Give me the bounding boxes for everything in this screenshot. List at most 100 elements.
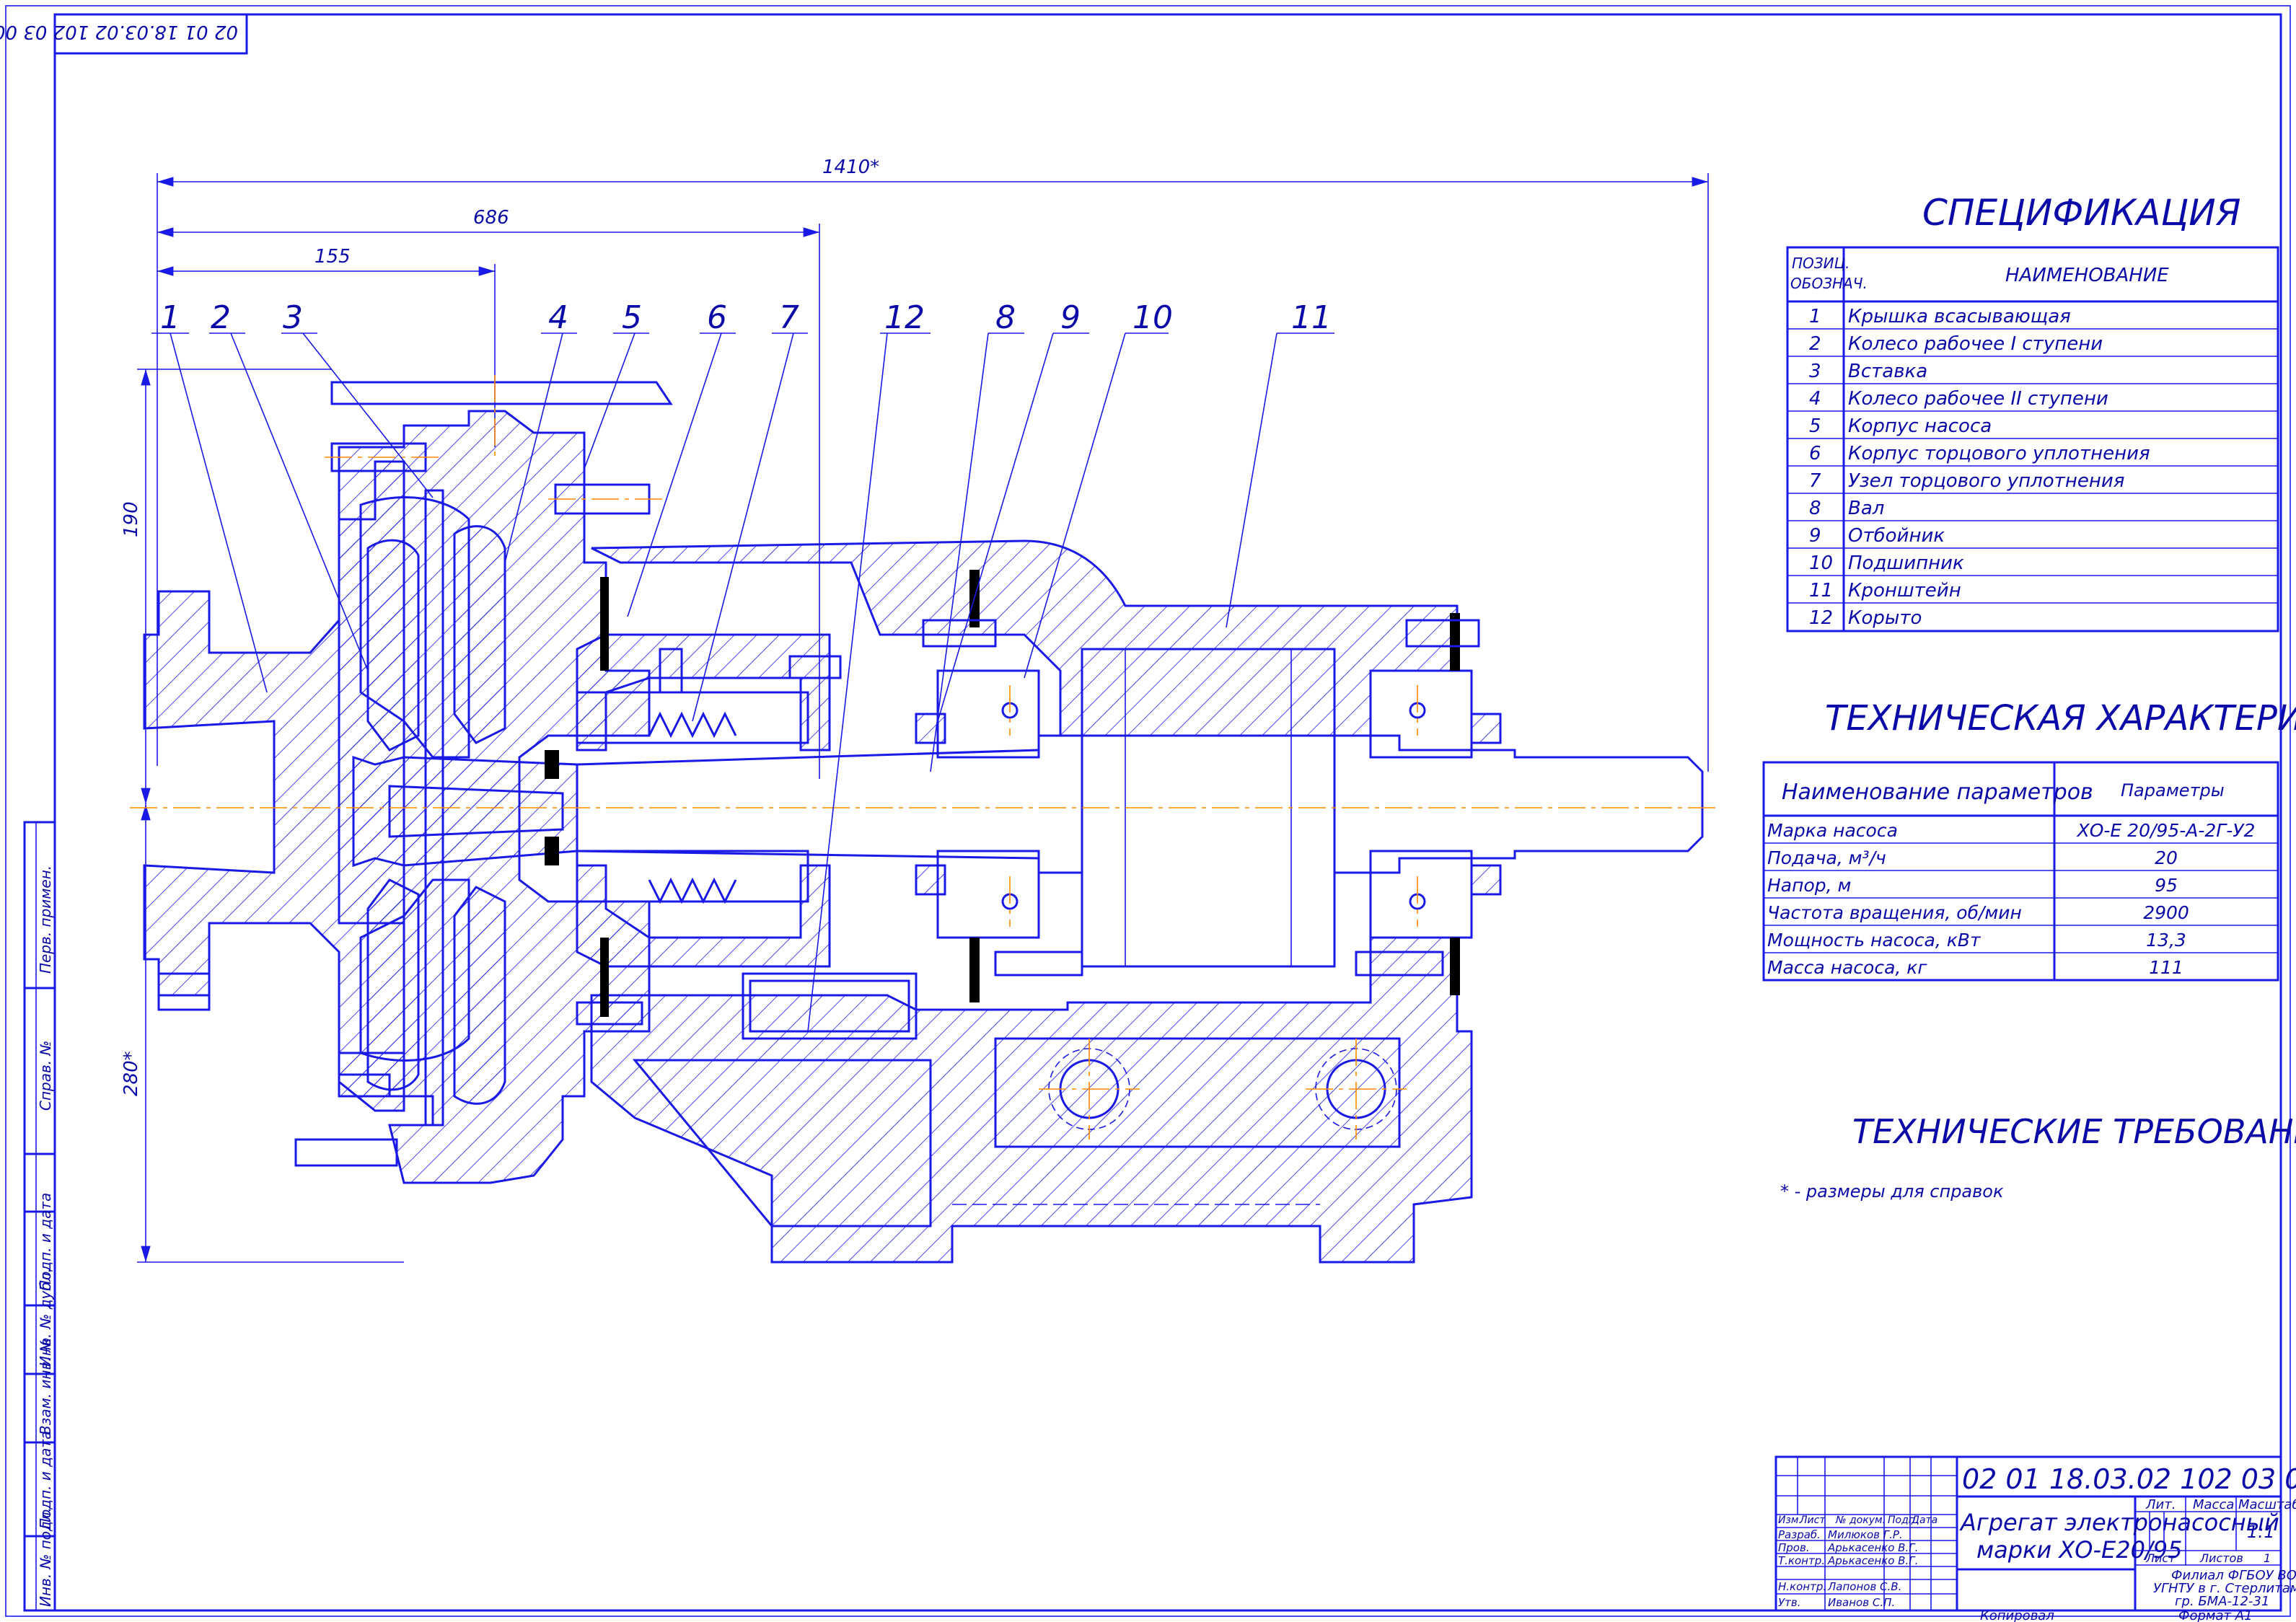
title-person: Милюков Г.Р.: [1828, 1528, 1903, 1541]
tech-characteristics-table: ТЕХНИЧЕСКАЯ ХАРАКТЕРИСТИКА Наименование …: [1762, 698, 2296, 982]
svg-text:гр. БМА-12-31: гр. БМА-12-31: [2175, 1594, 2269, 1609]
spec-header-pos: ПОЗИЦ.: [1792, 255, 1849, 272]
drawing-sheet: 02 01 18.03.02 102 03 00 00 СБ Перв. при…: [0, 5, 2296, 1622]
svg-text:1: 1: [2264, 1551, 2271, 1565]
tech-col-value: Параметры: [2121, 780, 2225, 801]
svg-text:Лит.: Лит.: [2145, 1497, 2176, 1512]
requirements-title: ТЕХНИЧЕСКИЕ ТРЕБОВАНИЯ: [1852, 1112, 2296, 1151]
pump-assembly-drawing: 1410* 686 155 190 280* 1 2 3 4 5 6 7 12 …: [120, 157, 1717, 1264]
title-scale: 1:1: [2247, 1522, 2275, 1542]
svg-text:Изм.: Изм.: [1778, 1515, 1802, 1526]
spec-row-pos: 7: [1809, 470, 1821, 492]
spec-row-pos: 5: [1809, 415, 1821, 437]
dim-155: 155: [315, 246, 351, 268]
title-person: Иванов С.П.: [1828, 1596, 1895, 1609]
callout-7: 7: [779, 299, 799, 336]
spec-row-name: Корпус насоса: [1848, 415, 1992, 437]
tech-row-value: 20: [2155, 847, 2178, 868]
spec-header-designation: ОБОЗНАЧ.: [1790, 275, 1868, 292]
title-person: Арькасенко В.Г.: [1827, 1554, 1918, 1567]
spec-header-name: НАИМЕНОВАНИЕ: [2005, 265, 2169, 286]
tech-row-value: ХО-Е 20/95-А-2Г-У2: [2076, 820, 2256, 841]
title-role: Н.контр.: [1778, 1580, 1826, 1593]
spec-row-name: Подшипник: [1848, 552, 1964, 574]
spec-row-name: Корыто: [1848, 607, 1922, 629]
title-name-1: Агрегат электронасосный: [1959, 1509, 2279, 1536]
callout-6: 6: [707, 299, 727, 336]
callout-9: 9: [1060, 299, 1081, 336]
spec-row-name: Узел торцового уплотнения: [1848, 470, 2124, 492]
callout-10: 10: [1132, 299, 1173, 336]
tech-row-name: Частота вращения, об/мин: [1767, 902, 2022, 923]
impeller-stage-2: [453, 525, 506, 744]
tech-col-name: Наименование параметров: [1782, 780, 2093, 805]
side-label: Справ. №: [37, 1041, 54, 1111]
tech-row-value: 111: [2149, 957, 2183, 978]
title-format: Формат А1: [2178, 1608, 2253, 1622]
callout-2: 2: [211, 299, 231, 336]
callout-3: 3: [283, 299, 303, 336]
tech-row-name: Марка насоса: [1767, 820, 1898, 841]
requirements-note: * - размеры для справок: [1780, 1181, 2004, 1202]
tech-row-value: 95: [2155, 875, 2178, 896]
title-block: 02 01 18.03.02 102 03 00 00 СБ Изм. Лист…: [1774, 1455, 2296, 1622]
spec-row-name: Отбойник: [1848, 525, 1945, 547]
callout-11: 11: [1291, 299, 1332, 336]
deflector: [915, 713, 946, 744]
side-archive-column: Перв. примен. Справ. № Подп. и дата Инв.…: [23, 821, 56, 1612]
spec-row-pos: 4: [1809, 388, 1821, 410]
bearing: [936, 669, 1040, 759]
dim-686: 686: [473, 207, 509, 229]
spec-row-name: Вставка: [1848, 361, 1927, 382]
title-person: Арькасенко В.Г.: [1827, 1541, 1918, 1554]
impeller-hub: [352, 755, 579, 868]
spec-row-pos: 9: [1809, 525, 1821, 547]
title-person: Лапонов С.В.: [1827, 1580, 1901, 1593]
tech-row-value: 13,3: [2146, 930, 2186, 951]
spec-row-pos: 1: [1809, 306, 1821, 327]
spec-row-pos: 8: [1809, 498, 1821, 519]
tech-title: ТЕХНИЧЕСКАЯ ХАРАКТЕРИСТИКА: [1825, 698, 2296, 739]
spec-row-pos: 10: [1809, 552, 1833, 574]
svg-text:Масштаб: Масштаб: [2238, 1497, 2296, 1512]
spec-row-name: Колесо рабочее II ступени: [1848, 388, 2108, 410]
spec-row-name: Кронштейн: [1848, 580, 1961, 601]
spec-row-pos: 3: [1809, 361, 1821, 382]
side-label: Инв. № подл.: [37, 1507, 54, 1607]
callout-4: 4: [548, 299, 568, 336]
spec-row-name: Крышка всасывающая: [1848, 306, 2071, 327]
dim-280: 280*: [120, 1051, 142, 1096]
spec-row-pos: 12: [1809, 607, 1833, 629]
title-role: Т.контр.: [1778, 1554, 1825, 1567]
spec-row-name: Корпус торцового уплотнения: [1848, 443, 2150, 464]
title-role: Утв.: [1778, 1596, 1801, 1609]
tech-row-name: Мощность насоса, кВт: [1767, 930, 1981, 951]
title-role: Разраб.: [1778, 1528, 1821, 1541]
callout-8: 8: [995, 299, 1016, 336]
spec-row-name: Колесо рабочее I ступени: [1848, 333, 2103, 355]
spec-row-pos: 11: [1809, 580, 1833, 601]
spec-row-pos: 2: [1809, 333, 1821, 355]
dim-1410: 1410*: [822, 157, 879, 178]
specification-table: СПЕЦИФИКАЦИЯ 1 Крышка всасывающая 2 Колесо …: [1786, 192, 2279, 633]
tech-row-value: 2900: [2143, 902, 2189, 923]
spec-row-name: Вал: [1848, 498, 1884, 519]
title-role: Пров.: [1778, 1541, 1810, 1554]
callout-1: 1: [160, 299, 180, 336]
spec-title: СПЕЦИФИКАЦИЯ: [1922, 192, 2240, 234]
side-label: Перв. примен.: [37, 865, 54, 974]
title-code: 02 01 18.03.02 102 03 00 00 СБ: [1962, 1463, 2296, 1495]
dim-190: 190: [120, 501, 142, 537]
svg-text:Листов: Листов: [2199, 1551, 2243, 1565]
tech-row-name: Подача, м³/ч: [1767, 847, 1886, 868]
title-copied: Копировал: [1980, 1608, 2054, 1622]
svg-text:Масса: Масса: [2193, 1497, 2234, 1512]
spec-row-pos: 6: [1809, 443, 1821, 464]
svg-text:№ докум.: № докум.: [1835, 1515, 1886, 1526]
impeller-stage-1: [366, 539, 420, 752]
svg-text:Дата: Дата: [1911, 1515, 1937, 1526]
discharge-flange: [330, 381, 673, 405]
corner-stamp-text: 02 01 18.03.02 102 03 00 00 СБ: [0, 21, 238, 43]
tech-row-name: Напор, м: [1767, 875, 1851, 896]
bolt: [294, 1138, 398, 1167]
